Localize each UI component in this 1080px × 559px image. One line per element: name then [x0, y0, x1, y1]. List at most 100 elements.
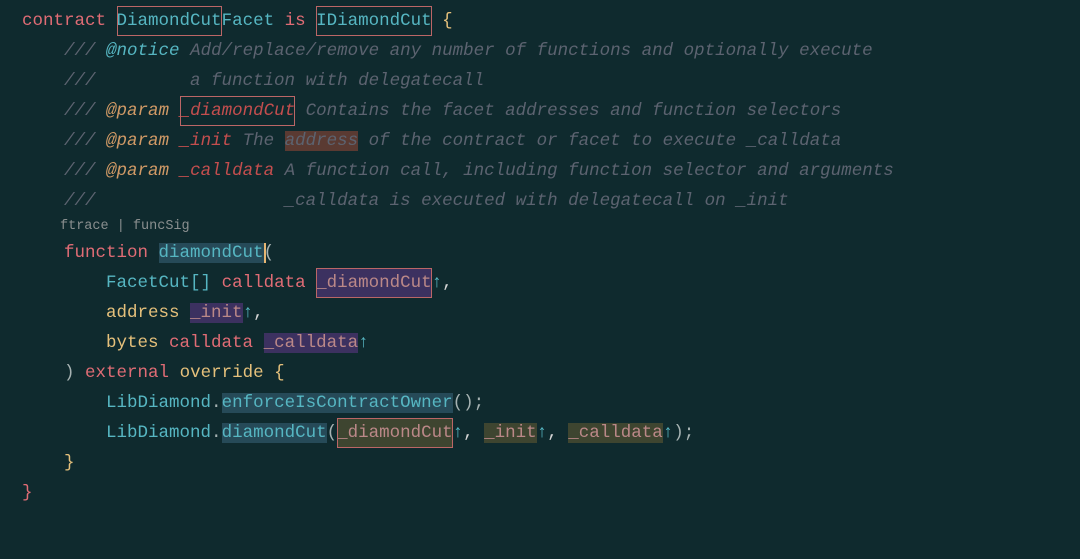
code-line[interactable]: }	[0, 478, 1080, 508]
keyword-override: override	[180, 363, 264, 383]
space	[180, 303, 191, 323]
codelens-funcsig[interactable]: funcSig	[133, 219, 190, 234]
method-name: diamondCut	[222, 423, 327, 443]
doc-param-name: _diamondCut	[180, 96, 296, 126]
lib-name: LibDiamond	[106, 423, 211, 443]
doc-text: A function call, including function sele…	[274, 161, 894, 181]
param-type: address	[106, 303, 180, 323]
doc-slashes: ///	[64, 71, 96, 91]
comma: ,	[442, 273, 453, 293]
brace-open: {	[274, 363, 285, 383]
space	[264, 363, 275, 383]
space	[274, 11, 285, 31]
keyword-is: is	[285, 11, 306, 31]
code-line[interactable]: LibDiamond.diamondCut(_diamondCut↑, _ini…	[0, 418, 1080, 448]
param-name: _init	[190, 303, 243, 323]
space	[432, 11, 443, 31]
keyword-external: external	[85, 363, 169, 383]
param-name: _calldata	[264, 333, 359, 353]
space	[169, 161, 180, 181]
function-name: diamondCut	[159, 243, 264, 263]
codelens-separator: |	[109, 219, 133, 234]
code-line[interactable]: LibDiamond.enforceIsContractOwner();	[0, 388, 1080, 418]
arg-name: _diamondCut	[337, 418, 453, 448]
brace-close: }	[22, 483, 33, 503]
doc-slashes: ///	[64, 101, 96, 121]
keyword-function: function	[64, 243, 148, 263]
arrow-up-icon: ↑	[663, 423, 674, 443]
space	[96, 41, 107, 61]
code-line[interactable]: /// @param _calldata A function call, in…	[0, 156, 1080, 186]
call-suffix: ();	[453, 393, 485, 413]
param-type: bytes	[106, 333, 159, 353]
space	[96, 131, 107, 151]
code-line[interactable]: function diamondCut(	[0, 238, 1080, 268]
paren-close: )	[64, 363, 75, 383]
space	[96, 101, 107, 121]
comma-space: ,	[547, 423, 568, 443]
doc-tag-param: @param	[106, 161, 169, 181]
call-close: );	[673, 423, 694, 443]
space	[148, 243, 159, 263]
paren-open: (	[264, 243, 275, 263]
space	[159, 333, 170, 353]
code-line[interactable]: ) external override {	[0, 358, 1080, 388]
keyword-calldata: calldata	[222, 273, 306, 293]
keyword-contract: contract	[22, 11, 106, 31]
code-line[interactable]: /// a function with delegatecall	[0, 66, 1080, 96]
method-name: enforceIsContractOwner	[222, 393, 453, 413]
doc-slashes: ///	[64, 41, 96, 61]
code-line[interactable]: FacetCut[] calldata _diamondCut↑,	[0, 268, 1080, 298]
code-line[interactable]: contract DiamondCutFacet is IDiamondCut …	[0, 6, 1080, 36]
doc-tag-param: @param	[106, 131, 169, 151]
arrow-up-icon: ↑	[358, 333, 369, 353]
comma: ,	[253, 303, 264, 323]
param-type: FacetCut[]	[106, 273, 211, 293]
contract-name-part2: Facet	[222, 11, 275, 31]
comma-space: ,	[463, 423, 484, 443]
brace-open: {	[442, 11, 453, 31]
keyword-calldata: calldata	[169, 333, 253, 353]
doc-highlight-word: address	[285, 131, 359, 151]
arrow-up-icon: ↑	[453, 423, 464, 443]
code-line[interactable]: /// @notice Add/replace/remove any numbe…	[0, 36, 1080, 66]
code-line[interactable]: /// _calldata is executed with delegatec…	[0, 186, 1080, 216]
code-line[interactable]: /// @param _init The address of the cont…	[0, 126, 1080, 156]
contract-name-part1: DiamondCut	[117, 6, 222, 36]
space	[75, 363, 86, 383]
lib-name: LibDiamond	[106, 393, 211, 413]
code-line[interactable]: }	[0, 448, 1080, 478]
code-line[interactable]: address _init↑,	[0, 298, 1080, 328]
arrow-up-icon: ↑	[537, 423, 548, 443]
code-editor[interactable]: contract DiamondCutFacet is IDiamondCut …	[0, 6, 1080, 508]
space	[306, 273, 317, 293]
code-line[interactable]: bytes calldata _calldata↑	[0, 328, 1080, 358]
doc-param-name: _calldata	[180, 161, 275, 181]
doc-text: Contains the facet addresses and functio…	[295, 101, 841, 121]
code-line[interactable]: /// @param _diamondCut Contains the face…	[0, 96, 1080, 126]
doc-slashes: ///	[64, 131, 96, 151]
doc-text: Add/replace/remove any number of functio…	[180, 41, 873, 61]
doc-tag-notice: @notice	[106, 41, 180, 61]
doc-param-name: _init	[180, 131, 233, 151]
doc-text: of the contract or facet to execute _cal…	[358, 131, 841, 151]
space	[96, 161, 107, 181]
arg-name: _calldata	[568, 423, 663, 443]
paren-open: (	[327, 423, 338, 443]
doc-slashes: ///	[64, 191, 96, 211]
doc-text: The	[232, 131, 285, 151]
space	[211, 273, 222, 293]
code-lens[interactable]: ftrace | funcSig	[0, 216, 1080, 238]
space	[169, 131, 180, 151]
space	[306, 11, 317, 31]
brace-close: }	[64, 453, 75, 473]
doc-text: a function with delegatecall	[96, 71, 485, 91]
space	[169, 101, 180, 121]
arrow-up-icon: ↑	[243, 303, 254, 323]
dot: .	[211, 393, 222, 413]
arg-name: _init	[484, 423, 537, 443]
arrow-up-icon: ↑	[432, 273, 443, 293]
doc-text: _calldata is executed with delegatecall …	[96, 191, 789, 211]
codelens-ftrace[interactable]: ftrace	[60, 219, 109, 234]
param-name: _diamondCut	[316, 268, 432, 298]
